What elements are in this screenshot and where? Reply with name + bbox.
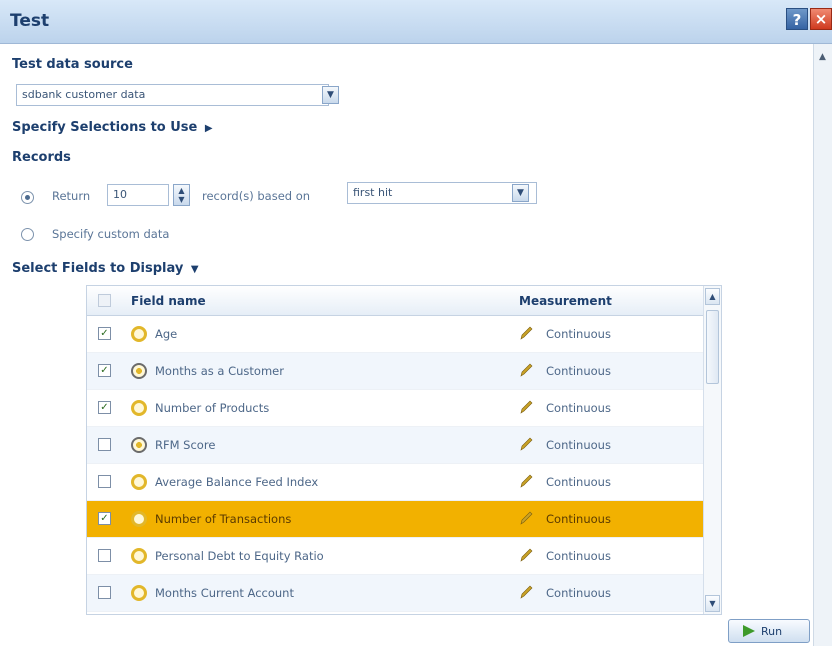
expand-arrow-icon[interactable]: ▶	[205, 123, 213, 134]
field-checkbox[interactable]	[98, 475, 111, 488]
continuous-field-icon	[131, 474, 147, 490]
data-source-dropdown-icon[interactable]: ▼	[322, 86, 339, 104]
set-field-icon	[131, 363, 147, 379]
field-checkbox[interactable]	[98, 586, 111, 599]
custom-data-radio[interactable]	[21, 228, 34, 241]
data-source-select[interactable]: sdbank customer data	[16, 84, 329, 106]
title-bar: Test ? ×	[0, 0, 832, 44]
column-header-field[interactable]: Field name	[131, 294, 206, 308]
measurement-value[interactable]: Continuous	[546, 586, 611, 600]
data-source-heading: Test data source	[12, 57, 133, 72]
continuous-field-icon	[131, 585, 147, 601]
fields-table: Field name Measurement ✓ Age Continuous ✓ Mo…	[86, 285, 722, 615]
help-button[interactable]: ?	[786, 8, 808, 30]
field-checkbox[interactable]: ✓	[98, 364, 111, 377]
field-name: Age	[155, 327, 178, 341]
continuous-field-icon	[131, 400, 147, 416]
measurement-value[interactable]: Continuous	[546, 401, 611, 415]
measurement-value[interactable]: Continuous	[546, 549, 611, 563]
measurement-value[interactable]: Continuous	[546, 327, 611, 341]
continuous-field-icon	[131, 326, 147, 342]
table-row[interactable]: Average Balance Feed Index Continuous	[87, 464, 703, 501]
table-scroll-thumb[interactable]	[706, 310, 719, 384]
run-button-label: Run	[761, 625, 783, 638]
fields-heading-label: Select Fields to Display	[12, 261, 184, 276]
selections-heading[interactable]: Specify Selections to Use ▶	[12, 120, 213, 135]
pencil-icon[interactable]	[519, 584, 533, 600]
field-name: Months Current Account	[155, 586, 294, 600]
field-checkbox[interactable]	[98, 549, 111, 562]
continuous-field-icon	[131, 511, 147, 527]
selections-heading-label: Specify Selections to Use	[12, 120, 198, 135]
field-checkbox[interactable]: ✓	[98, 401, 111, 414]
pencil-icon[interactable]	[519, 473, 533, 489]
pencil-icon[interactable]	[519, 436, 533, 452]
fields-heading[interactable]: Select Fields to Display ▼	[12, 261, 199, 276]
column-header-measurement[interactable]: Measurement	[519, 294, 612, 308]
field-name: Personal Debt to Equity Ratio	[155, 549, 324, 563]
pencil-icon[interactable]	[519, 325, 533, 341]
measurement-value[interactable]: Continuous	[546, 364, 611, 378]
measurement-value[interactable]: Continuous	[546, 512, 611, 526]
dialog-scrollbar[interactable]: ▲	[813, 44, 832, 646]
pencil-icon[interactable]	[519, 399, 533, 415]
based-on-dropdown-icon[interactable]: ▼	[512, 184, 529, 202]
records-suffix-label: record(s) based on	[202, 189, 311, 203]
return-radio[interactable]	[21, 191, 34, 204]
continuous-field-icon	[131, 548, 147, 564]
table-row[interactable]: Months Current Account Continuous	[87, 575, 703, 612]
table-row[interactable]: ✓ Number of Products Continuous	[87, 390, 703, 427]
field-name: RFM Score	[155, 438, 216, 452]
table-scrollbar[interactable]: ▲ ▼	[703, 286, 721, 614]
field-checkbox[interactable]	[98, 438, 111, 451]
custom-data-label: Specify custom data	[52, 227, 170, 241]
records-heading: Records	[12, 150, 71, 165]
based-on-select[interactable]: first hit	[347, 182, 537, 204]
table-header: Field name Measurement	[87, 286, 703, 316]
select-all-checkbox[interactable]	[98, 294, 111, 307]
table-scroll-up-icon[interactable]: ▲	[705, 288, 720, 305]
field-name: Average Balance Feed Index	[155, 475, 319, 489]
field-checkbox[interactable]: ✓	[98, 512, 111, 525]
return-count-input[interactable]: 10	[107, 184, 169, 206]
window-title: Test	[10, 11, 50, 31]
table-row[interactable]: RFM Score Continuous	[87, 427, 703, 464]
run-button[interactable]: Run	[728, 619, 810, 643]
return-label: Return	[52, 189, 91, 203]
close-button[interactable]: ×	[810, 8, 832, 30]
count-spinner-icon[interactable]: ▲ ▼	[173, 184, 190, 206]
table-row[interactable]: ✓ Number of Transactions Continuous	[87, 501, 703, 538]
pencil-icon[interactable]	[519, 510, 533, 526]
measurement-value[interactable]: Continuous	[546, 475, 611, 489]
pencil-icon[interactable]	[519, 362, 533, 378]
pencil-icon[interactable]	[519, 547, 533, 563]
field-name: Months as a Customer	[155, 364, 284, 378]
run-play-icon	[743, 625, 755, 637]
field-name: Number of Products	[155, 401, 270, 415]
table-row[interactable]: Personal Debt to Equity Ratio Continuous	[87, 538, 703, 575]
field-checkbox[interactable]: ✓	[98, 327, 111, 340]
collapse-arrow-icon[interactable]: ▼	[191, 264, 199, 275]
field-name: Number of Transactions	[155, 512, 292, 526]
scroll-up-icon[interactable]: ▲	[819, 52, 826, 62]
table-scroll-down-icon[interactable]: ▼	[705, 595, 720, 612]
table-row[interactable]: ✓ Age Continuous	[87, 316, 703, 353]
table-row[interactable]: ✓ Months as a Customer Continuous	[87, 353, 703, 390]
measurement-value[interactable]: Continuous	[546, 438, 611, 452]
set-field-icon	[131, 437, 147, 453]
